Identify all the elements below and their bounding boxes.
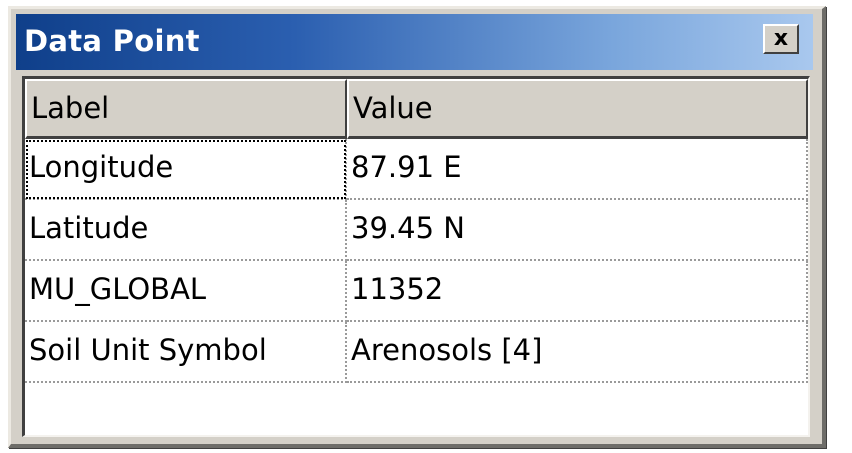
cell-value-mu-global[interactable]: 11352 [347,261,808,322]
cell-value-latitude[interactable]: 39.45 N [347,200,808,261]
cell-label-soil-unit-symbol[interactable]: Soil Unit Symbol [25,322,347,383]
data-point-window: Data Point x Label Value Longitude 87.91… [8,6,826,448]
close-button[interactable]: x [763,24,799,54]
cell-value-longitude[interactable]: 87.91 E [347,139,808,200]
cell-label-longitude[interactable]: Longitude [25,139,347,200]
close-icon: x [773,26,789,51]
table-row-soil-unit-symbol[interactable]: Soil Unit Symbol Arenosols [4] [25,322,808,383]
data-grid[interactable]: Label Value Longitude 87.91 E Latitude 3… [22,76,810,437]
cell-label-latitude[interactable]: Latitude [25,200,347,261]
table-row-latitude[interactable]: Latitude 39.45 N [25,200,808,261]
window-title: Data Point [24,24,200,58]
grid-header-row: Label Value [25,79,808,139]
cell-label-mu-global[interactable]: MU_GLOBAL [25,261,347,322]
table-row-longitude[interactable]: Longitude 87.91 E [25,139,808,200]
column-header-value[interactable]: Value [347,79,808,139]
cell-value-soil-unit-symbol[interactable]: Arenosols [4] [347,322,808,383]
title-bar[interactable]: Data Point x [16,14,813,70]
column-header-label[interactable]: Label [25,79,347,139]
table-row-mu-global[interactable]: MU_GLOBAL 11352 [25,261,808,322]
